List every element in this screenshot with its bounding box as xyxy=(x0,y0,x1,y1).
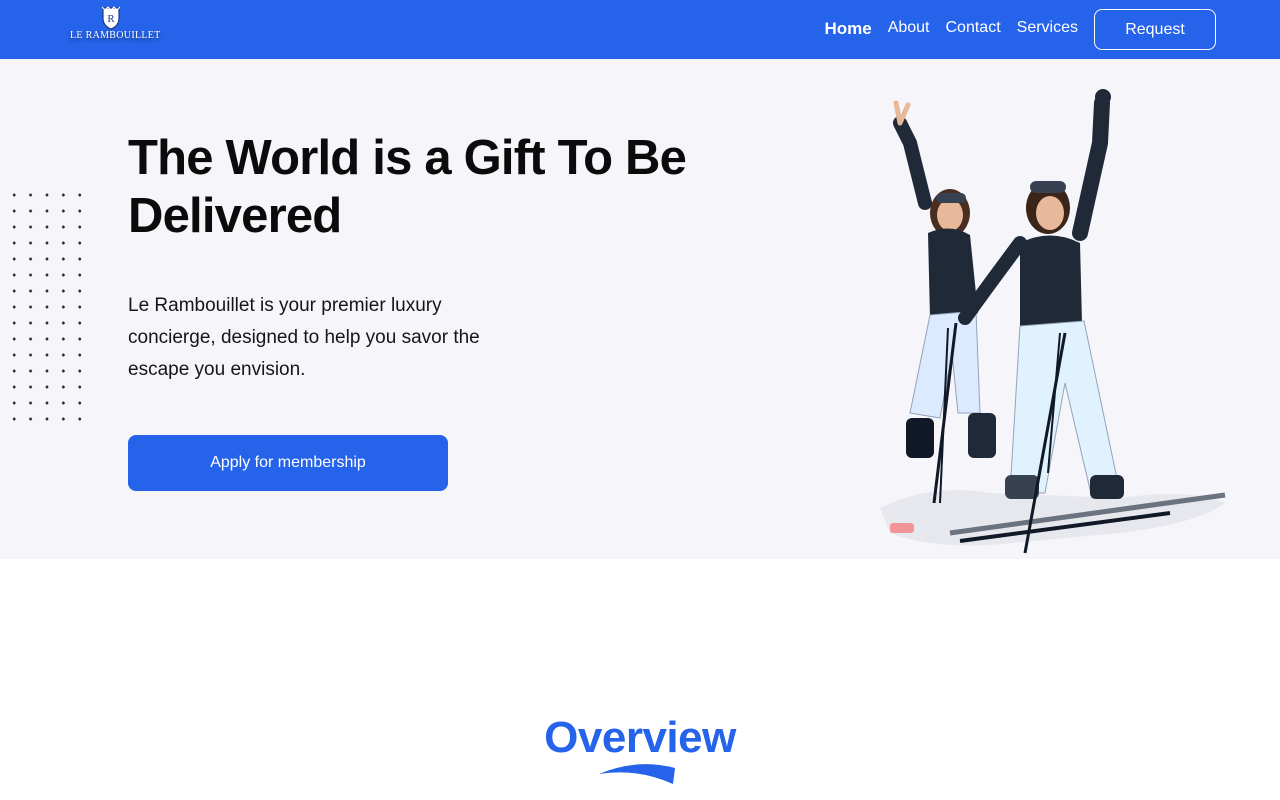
brand-logo[interactable]: R LE RAMBOUILLET xyxy=(70,6,161,44)
apply-membership-button[interactable]: Apply for membership xyxy=(128,435,448,491)
hero-description: Le Rambouillet is your premier luxury co… xyxy=(128,295,480,380)
nav-contact[interactable]: Contact xyxy=(946,19,1001,39)
nav-home[interactable]: Home xyxy=(824,19,871,39)
nav-services[interactable]: Services xyxy=(1017,19,1078,39)
swoosh-underline-decoration xyxy=(599,764,675,784)
nav-links: Home About Contact Services xyxy=(824,19,1078,39)
overview-heading: Overview xyxy=(544,713,736,762)
dot-pattern-decoration xyxy=(6,187,86,427)
hero-section: The World is a Gift To Be Delivered Le R… xyxy=(0,59,1280,559)
skiers-photo xyxy=(880,89,1226,554)
svg-text:R: R xyxy=(107,13,115,25)
hero-title: The World is a Gift To Be Delivered xyxy=(128,131,687,243)
top-navbar: R LE RAMBOUILLET Home About Contact Serv… xyxy=(0,0,1280,59)
crest-icon: R xyxy=(101,6,121,30)
skier-right xyxy=(958,89,1124,554)
request-button[interactable]: Request xyxy=(1094,9,1216,50)
nav-about[interactable]: About xyxy=(888,19,930,39)
brand-name: LE RAMBOUILLET xyxy=(70,30,161,41)
